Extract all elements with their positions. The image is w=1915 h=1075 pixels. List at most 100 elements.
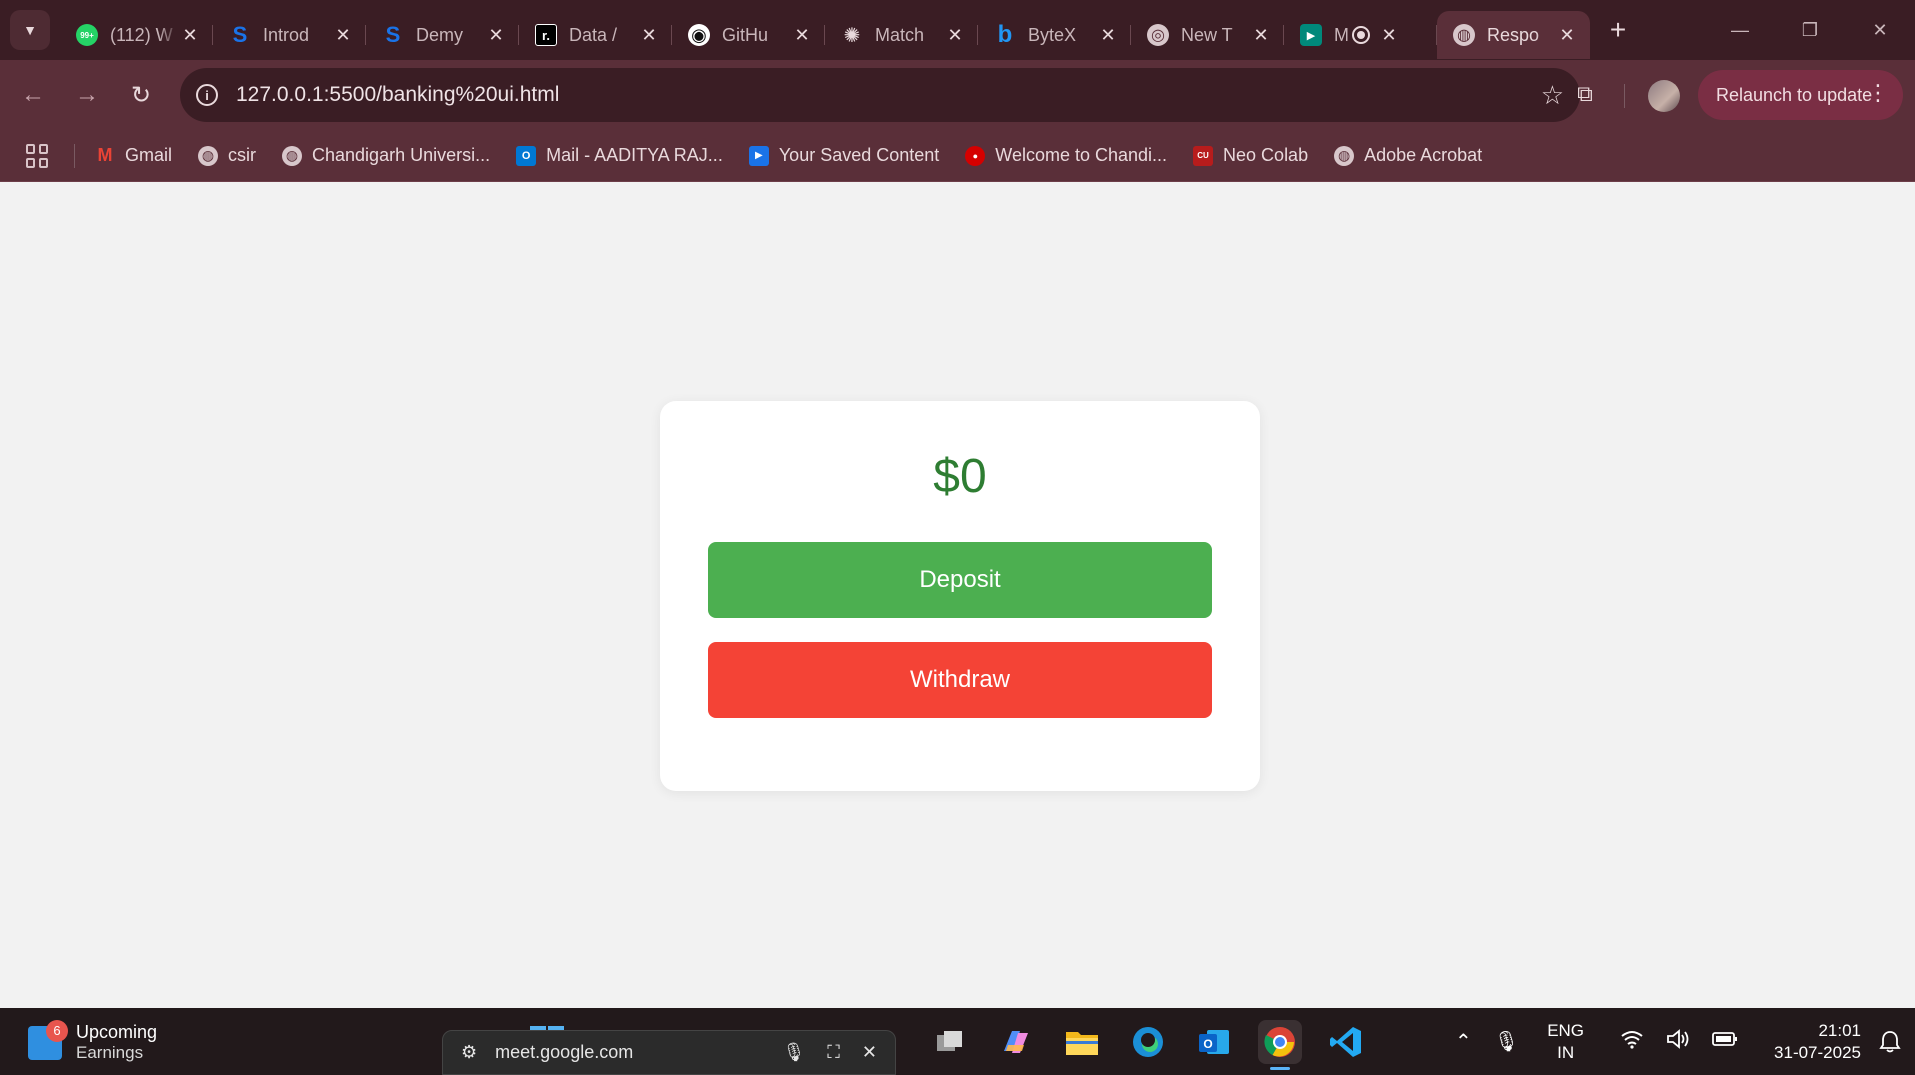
tab-title: Introd [263, 24, 310, 45]
banking-card: $0 Deposit Withdraw [660, 401, 1260, 791]
battery-icon[interactable] [1712, 1030, 1738, 1053]
tab-title: M [1334, 24, 1349, 45]
outlook-icon[interactable]: O [1192, 1020, 1236, 1064]
relaunch-label: Relaunch to update [1716, 84, 1873, 105]
gmail-icon: M [97, 145, 113, 165]
chrome-taskbar-icon[interactable] [1258, 1020, 1302, 1070]
browser-tab[interactable]: r. Data / ✕ [519, 11, 672, 59]
notification-bell-icon[interactable] [1879, 1030, 1903, 1054]
bookmark-star-icon[interactable]: ☆ [1541, 80, 1564, 111]
tab-title: New T [1181, 24, 1233, 45]
tab-title: Demy [416, 24, 464, 45]
chevron-up-icon[interactable]: ⌃ [1455, 1029, 1472, 1054]
task-view-icon[interactable] [928, 1020, 972, 1064]
url-text[interactable]: 127.0.0.1:5500/banking%20ui.html [236, 83, 1541, 107]
bytex-icon: b [997, 21, 1013, 48]
forward-button[interactable]: → [60, 68, 114, 122]
browser-tab[interactable]: S Introd ✕ [213, 11, 366, 59]
apps-grid-icon[interactable] [26, 143, 50, 168]
chrome-icon: ◎ [1147, 24, 1169, 46]
language-indicator[interactable]: ENG IN [1547, 1020, 1584, 1064]
extensions-icon[interactable]: ⧉ [1565, 74, 1605, 114]
bookmark-adobe-acrobat[interactable]: ◍ Adobe Acrobat [1334, 145, 1482, 166]
bookmark-welcome-chandigarh[interactable]: ● Welcome to Chandi... [965, 145, 1167, 166]
browser-tab[interactable]: ◉ GitHu ✕ [672, 11, 825, 59]
clock[interactable]: 21:01 31-07-2025 [1774, 1020, 1861, 1064]
bookmark-neo-colab[interactable]: CU Neo Colab [1193, 145, 1308, 166]
fullscreen-icon[interactable]: ⛶ [827, 1042, 840, 1063]
svg-text:O: O [1203, 1037, 1212, 1051]
vscode-icon[interactable] [1324, 1020, 1368, 1064]
browser-tab[interactable]: ✺ Match ✕ [825, 11, 978, 59]
tab-list: 99+ (112) W ✕ S Introd ✕ S Demy ✕ r. Dat… [60, 0, 1590, 60]
browser-tab[interactable]: 99+ (112) W ✕ [60, 11, 213, 59]
bookmark-mail[interactable]: O Mail - AADITYA RAJ... [516, 145, 723, 166]
new-tab-button[interactable]: + [1598, 10, 1638, 50]
clock-time: 21:01 [1818, 1020, 1861, 1040]
bookmark-label: Gmail [125, 145, 173, 165]
close-icon[interactable]: ✕ [1250, 25, 1272, 46]
bookmark-chandigarh-university[interactable]: ◍ Chandigarh Universi... [282, 145, 490, 166]
cu-logo-icon: ● [965, 145, 986, 166]
meet-url: meet.google.com [495, 1042, 634, 1062]
reload-icon: ↻ [130, 81, 152, 109]
close-icon[interactable]: ✕ [791, 25, 813, 46]
tab-title: ByteX [1028, 24, 1077, 45]
bookmark-label: Adobe Acrobat [1364, 145, 1483, 165]
browser-tab[interactable]: S Demy ✕ [366, 11, 519, 59]
close-window-button[interactable]: ✕ [1845, 0, 1915, 60]
close-icon[interactable]: ✕ [862, 1042, 877, 1063]
arrow-right-icon: → [75, 81, 99, 108]
close-icon[interactable]: ✕ [485, 25, 507, 46]
globe-icon: ◍ [1334, 145, 1355, 166]
address-bar[interactable]: i 127.0.0.1:5500/banking%20ui.html ☆ [180, 68, 1580, 122]
deposit-button[interactable]: Deposit [708, 542, 1212, 618]
bookmark-saved-content[interactable]: ▶ Your Saved Content [748, 145, 940, 166]
tab-search-button[interactable]: ▼ [10, 10, 50, 50]
wifi-icon[interactable] [1620, 1029, 1644, 1055]
bookmark-gmail[interactable]: M Gmail [95, 145, 173, 166]
close-icon[interactable]: ✕ [332, 25, 354, 46]
browser-tab[interactable]: b ByteX ✕ [978, 11, 1131, 59]
close-icon[interactable]: ✕ [1097, 25, 1119, 46]
bookmarks-divider [74, 143, 75, 168]
widgets-button[interactable]: 6 Upcoming Earnings [28, 1019, 157, 1063]
microphone-icon[interactable]: 🎙 [782, 1042, 805, 1063]
browser-tab[interactable]: ▶ M ✕ [1284, 11, 1437, 59]
browser-tab[interactable]: ◎ New T ✕ [1131, 11, 1284, 59]
more-vertical-icon[interactable]: ⋮ [1867, 82, 1889, 104]
file-explorer-icon[interactable] [1060, 1020, 1104, 1064]
region-code: IN [1557, 1042, 1575, 1062]
system-tray: ⌃ 🎙 ENG IN 21:01 31-07-2025 [1455, 1008, 1915, 1075]
reload-button[interactable]: ↻ [114, 68, 168, 122]
relaunch-to-update-button[interactable]: Relaunch to update ⋮ [1698, 70, 1903, 120]
close-icon[interactable]: ✕ [1378, 25, 1400, 46]
close-icon[interactable]: ✕ [638, 25, 660, 46]
windows-taskbar: 6 Upcoming Earnings O ⌃ 🎙 ENG IN 21:01 3… [0, 1008, 1915, 1075]
minimize-button[interactable]: — [1705, 0, 1775, 60]
settings-sliders-icon[interactable]: ⚙ [461, 1042, 477, 1063]
close-icon[interactable]: ✕ [944, 25, 966, 46]
browser-tab-active[interactable]: ◍ Respo ✕ [1437, 11, 1590, 59]
profile-avatar[interactable] [1648, 80, 1680, 112]
edge-icon[interactable] [1126, 1020, 1170, 1064]
back-button[interactable]: ← [6, 68, 60, 122]
github-icon: ◉ [688, 24, 710, 46]
close-icon[interactable]: ✕ [179, 25, 201, 46]
site-info-icon[interactable]: i [196, 84, 218, 106]
copilot-icon[interactable] [994, 1020, 1038, 1064]
volume-icon[interactable] [1666, 1028, 1690, 1055]
minimize-icon: — [1731, 19, 1749, 40]
arrow-left-icon: ← [21, 81, 45, 108]
meet-sharing-bar: ⚙ meet.google.com 🎙 ⛶ ✕ [442, 1030, 896, 1075]
outlook-icon: O [516, 145, 537, 166]
microphone-icon[interactable]: 🎙 [1494, 1029, 1519, 1054]
close-icon[interactable]: ✕ [1556, 25, 1578, 46]
active-indicator [1270, 1067, 1290, 1070]
recording-icon [1352, 26, 1370, 44]
notification-badge: 6 [46, 1019, 68, 1042]
bookmark-csir[interactable]: ◍ csir [198, 145, 256, 166]
withdraw-button[interactable]: Withdraw [708, 642, 1212, 718]
bookmark-label: Your Saved Content [778, 145, 940, 165]
restore-button[interactable]: ❐ [1775, 0, 1845, 60]
